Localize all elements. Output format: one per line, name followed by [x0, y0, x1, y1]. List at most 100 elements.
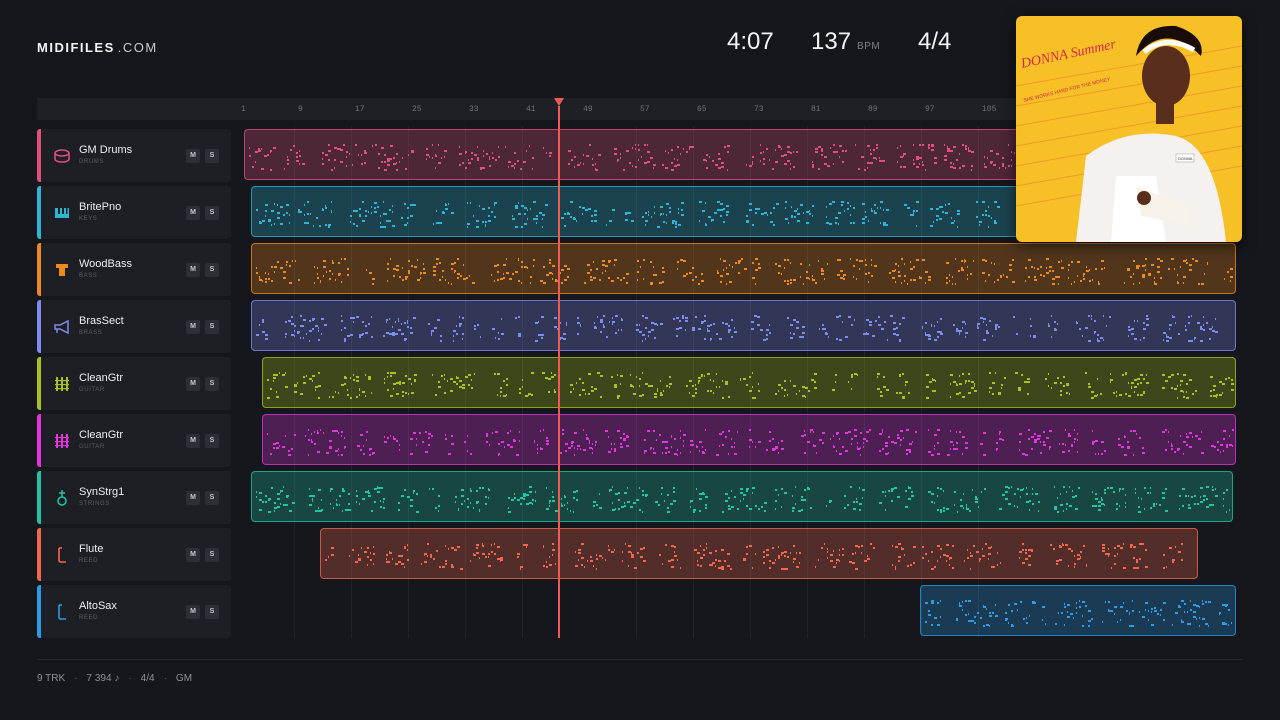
track-header-britepno[interactable]: BritePno KEYS M S	[37, 186, 231, 239]
solo-button[interactable]: S	[205, 491, 219, 505]
solo-button[interactable]: S	[205, 548, 219, 562]
mute-button[interactable]: M	[186, 206, 200, 220]
playhead-line[interactable]	[558, 106, 560, 638]
cover-badge: DONNA	[1178, 156, 1193, 161]
note-pattern	[325, 543, 1183, 570]
bar-label: 1	[241, 105, 246, 114]
tempo-value: 137	[811, 28, 852, 55]
track-header-cleangtr-2[interactable]: CleanGtr GUITAR M S	[37, 414, 231, 467]
track-name: WoodBass	[79, 258, 132, 270]
note-pattern	[925, 600, 1232, 627]
bar-label: 89	[868, 105, 878, 114]
mute-button[interactable]: M	[186, 320, 200, 334]
track-header-altosax[interactable]: AltoSax REED M S	[37, 585, 231, 638]
bar-label: 105	[982, 105, 997, 114]
midi-standard: GM	[175, 673, 193, 684]
bar-label: 25	[412, 105, 422, 114]
solo-button[interactable]: S	[205, 149, 219, 163]
bar-label: 9	[298, 105, 303, 114]
midi-region-guitar-1[interactable]	[262, 357, 1236, 408]
track-name: BrasSect	[79, 315, 124, 327]
midi-region-bass[interactable]	[251, 243, 1236, 294]
brass-icon	[53, 318, 71, 336]
track-name: SynStrg1	[79, 486, 125, 498]
strings-icon	[53, 489, 71, 507]
track-color-stripe	[37, 471, 41, 524]
logo-brand: MIDIFILES	[37, 40, 115, 55]
site-logo[interactable]: MIDIFILES .COM	[37, 40, 158, 55]
bass-icon	[53, 261, 71, 279]
track-category: GUITAR	[79, 387, 105, 393]
midi-region-strings[interactable]	[251, 471, 1233, 522]
track-color-stripe	[37, 129, 41, 182]
track-color-stripe	[37, 414, 41, 467]
tempo-unit: BPM	[857, 41, 881, 52]
track-color-stripe	[37, 357, 41, 410]
mute-button[interactable]: M	[186, 263, 200, 277]
album-cover: DONNA DONNA Summer SHE WORKS HARD FOR TH…	[1016, 16, 1242, 242]
logo-tld: .COM	[117, 40, 158, 55]
solo-button[interactable]: S	[205, 605, 219, 619]
mute-button[interactable]: M	[186, 377, 200, 391]
track-header-cleangtr-1[interactable]: CleanGtr GUITAR M S	[37, 357, 231, 410]
track-color-stripe	[37, 528, 41, 581]
track-name: GM Drums	[79, 144, 133, 156]
mute-button[interactable]: M	[186, 605, 200, 619]
bar-label: 65	[697, 105, 707, 114]
track-name: BritePno	[79, 201, 122, 213]
mute-button[interactable]: M	[186, 548, 200, 562]
note-pattern	[256, 315, 1218, 342]
mute-button[interactable]: M	[186, 491, 200, 505]
mute-button[interactable]: M	[186, 149, 200, 163]
midi-region-flute[interactable]	[320, 528, 1198, 579]
note-pattern	[267, 429, 1234, 456]
track-color-stripe	[37, 186, 41, 239]
track-category: KEYS	[79, 216, 98, 222]
note-pattern	[256, 258, 1233, 285]
solo-button[interactable]: S	[205, 377, 219, 391]
track-category: STRINGS	[79, 501, 110, 507]
bar-label: 97	[925, 105, 935, 114]
track-color-stripe	[37, 243, 41, 296]
midi-region-sax[interactable]	[920, 585, 1236, 636]
guitar-icon	[53, 375, 71, 393]
meter: 4/4	[140, 673, 155, 684]
time-signature: 4/4	[918, 28, 952, 55]
track-header-gm-drums[interactable]: GM Drums DRUMS M S	[37, 129, 231, 182]
solo-button[interactable]: S	[205, 320, 219, 334]
note-pattern	[267, 372, 1234, 399]
track-count: 9 TRK	[37, 673, 66, 684]
track-category: BRASS	[79, 330, 103, 336]
track-category: BASS	[79, 273, 98, 279]
bar-label: 33	[469, 105, 479, 114]
bar-label: 17	[355, 105, 365, 114]
solo-button[interactable]: S	[205, 263, 219, 277]
bar-label: 49	[583, 105, 593, 114]
sax-icon	[53, 603, 71, 621]
song-duration: 4:07	[727, 28, 774, 55]
midi-region-brass[interactable]	[251, 300, 1236, 351]
midi-region-guitar-2[interactable]	[262, 414, 1236, 465]
track-name: CleanGtr	[79, 372, 124, 384]
solo-button[interactable]: S	[205, 434, 219, 448]
drum-icon	[53, 147, 71, 165]
guitar-icon	[53, 432, 71, 450]
bar-label: 81	[811, 105, 821, 114]
tempo-display: 137 BPM	[811, 28, 880, 56]
bar-label: 41	[526, 105, 536, 114]
track-header-brassect[interactable]: BrasSect BRASS M S	[37, 300, 231, 353]
bar-label: 57	[640, 105, 650, 114]
flute-icon	[53, 546, 71, 564]
file-summary: 9 TRK · 7 394 ♪ · 4/4 · GM	[37, 673, 193, 684]
track-category: REED	[79, 558, 99, 564]
solo-button[interactable]: S	[205, 206, 219, 220]
piano-icon	[53, 204, 71, 222]
track-header-flute[interactable]: Flute REED M S	[37, 528, 231, 581]
playhead-marker[interactable]	[554, 98, 564, 106]
track-header-woodbass[interactable]: WoodBass BASS M S	[37, 243, 231, 296]
track-color-stripe	[37, 300, 41, 353]
track-category: REED	[79, 615, 99, 621]
track-header-synstrg1[interactable]: SynStrg1 STRINGS M S	[37, 471, 231, 524]
mute-button[interactable]: M	[186, 434, 200, 448]
bar-label: 73	[754, 105, 764, 114]
